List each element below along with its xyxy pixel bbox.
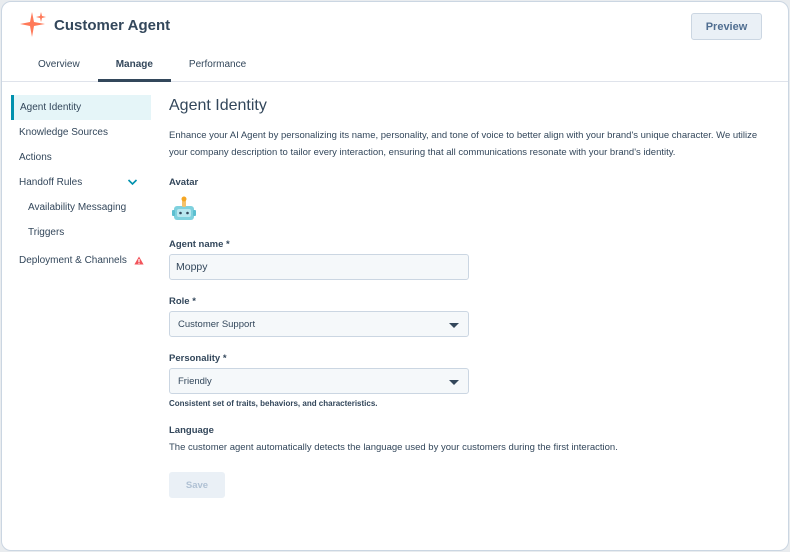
personality-select[interactable]: Friendly [169,368,469,394]
sidebar-item-agent-identity[interactable]: Agent Identity [11,95,151,120]
personality-label: Personality * [169,353,227,364]
chevron-down-icon[interactable] [127,178,138,187]
sidebar-item-label: Availability Messaging [28,202,127,213]
sidebar-item-label: Knowledge Sources [19,127,108,138]
sidebar-item-triggers[interactable]: Triggers [11,220,151,245]
sidebar-item-deployment-channels[interactable]: Deployment & Channels [11,248,151,273]
app-title: Customer Agent [54,17,171,34]
save-button[interactable]: Save [169,472,225,498]
language-description: The customer agent automatically detects… [169,442,618,453]
sidebar-item-label: Actions [19,152,52,163]
role-label: Role * [169,296,196,307]
sidebar-item-label: Triggers [28,227,65,238]
sidebar-item-label: Deployment & Channels [19,255,127,266]
sidebar: Agent Identity Knowledge Sources Actions… [11,95,151,273]
tab-overview[interactable]: Overview [20,52,98,82]
tab-performance[interactable]: Performance [171,52,264,82]
sidebar-item-actions[interactable]: Actions [11,145,151,170]
app-window: Customer Agent Preview Overview Manage P… [1,1,789,551]
agent-name-label: Agent name * [169,239,230,250]
personality-selected-value: Friendly [178,375,212,387]
sidebar-item-label: Agent Identity [20,102,82,113]
robot-avatar-icon[interactable] [169,194,199,224]
sidebar-item-label: Handoff Rules [19,177,83,188]
sidebar-item-knowledge-sources[interactable]: Knowledge Sources [11,120,151,145]
main-content: Agent Identity Enhance your AI Agent by … [169,96,769,498]
tab-manage[interactable]: Manage [97,52,171,82]
preview-button[interactable]: Preview [691,13,762,40]
role-selected-value: Customer Support [178,318,256,330]
sidebar-item-availability-messaging[interactable]: Availability Messaging [11,195,151,220]
page-title: Agent Identity [169,97,267,114]
warning-icon [134,256,144,265]
sidebar-item-handoff-rules[interactable]: Handoff Rules [11,170,151,195]
role-select[interactable]: Customer Support [169,311,469,337]
header: Customer Agent Preview Overview Manage P… [2,2,788,82]
page-description: Enhance your AI Agent by personalizing i… [169,130,758,158]
caret-down-icon [449,380,459,385]
language-label: Language [169,425,214,436]
avatar-label: Avatar [169,177,199,188]
sparkle-icon [20,12,46,37]
agent-name-input[interactable] [169,254,469,280]
caret-down-icon [449,323,459,328]
personality-hint: Consistent set of traits, behaviors, and… [169,399,378,408]
tab-bar: Overview Manage Performance [20,52,264,82]
